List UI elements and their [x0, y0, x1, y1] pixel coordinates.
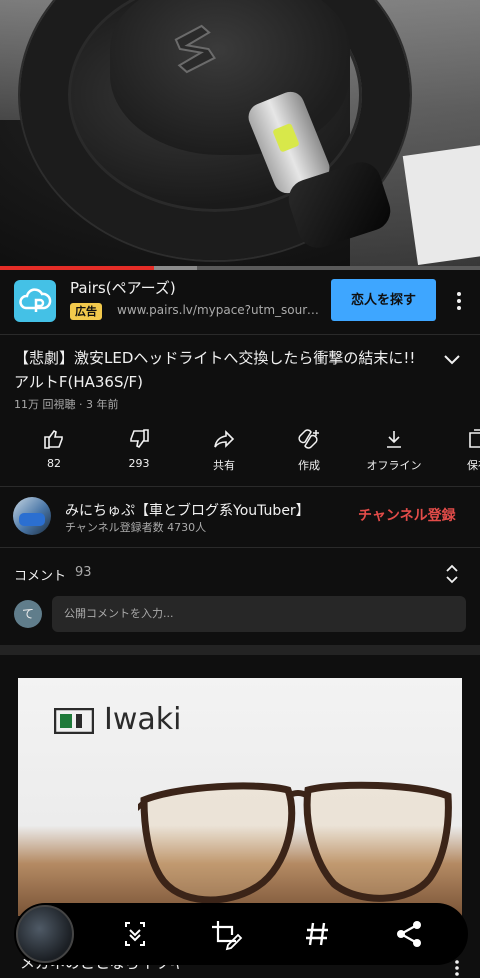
- glasses-image: [138, 781, 452, 904]
- more-vert-icon[interactable]: [450, 288, 468, 314]
- ad-url: www.pairs.lv/mypace?utm_source=...: [117, 303, 322, 317]
- divider: [0, 334, 480, 335]
- thumbs-down-icon: [130, 429, 149, 449]
- comment-input[interactable]: 公開コメントを入力...: [52, 596, 466, 632]
- channel-subscribers: チャンネル登録者数 4730人: [65, 521, 207, 534]
- divider: [0, 486, 480, 487]
- user-avatar: て: [14, 600, 42, 628]
- remix-icon: [298, 429, 319, 449]
- action-row: 82 293 共有 作成 オフライン 保存: [0, 422, 480, 478]
- share-icon: [214, 430, 235, 448]
- crop-edit-icon[interactable]: [206, 915, 244, 953]
- comments-count: 93: [75, 565, 92, 580]
- remix-button[interactable]: 作成: [270, 422, 348, 478]
- share-icon[interactable]: [390, 915, 428, 953]
- dislike-count: 293: [128, 457, 150, 470]
- chevron-down-icon[interactable]: [440, 350, 464, 370]
- save-label: 保存: [467, 459, 480, 472]
- channel-avatar[interactable]: [13, 497, 51, 535]
- save-button[interactable]: 保存: [440, 422, 480, 478]
- promo-thumbnail[interactable]: Iwaki: [18, 678, 462, 916]
- channel-row[interactable]: みにちゅぷ【車とブログ系YouTuber】 チャンネル登録者数 4730人 チャ…: [0, 488, 480, 546]
- dislike-button[interactable]: 293: [100, 422, 178, 478]
- promo-brand: Iwaki: [104, 702, 182, 737]
- video-player[interactable]: [0, 0, 480, 270]
- channel-name[interactable]: みにちゅぷ【車とブログ系YouTuber】: [65, 500, 310, 520]
- subscribe-button[interactable]: チャンネル登録: [358, 505, 456, 525]
- video-title[interactable]: 【悲劇】激安LEDヘッドライトへ交換したら衝撃の結末に!! アルトF(HA36S…: [14, 346, 424, 394]
- ad-cta-button[interactable]: 恋人を探す: [331, 279, 436, 321]
- like-button[interactable]: 82: [15, 422, 93, 478]
- download-label: オフライン: [366, 459, 422, 472]
- hashtag-icon[interactable]: [298, 915, 336, 953]
- remix-label: 作成: [298, 459, 320, 472]
- share-label: 共有: [213, 459, 235, 472]
- download-button[interactable]: オフライン: [355, 422, 433, 478]
- section-divider: [0, 645, 480, 655]
- share-button[interactable]: 共有: [185, 422, 263, 478]
- car-logo-image: [174, 24, 216, 74]
- expand-toggle-icon[interactable]: [442, 562, 462, 586]
- pairs-logo-icon: [14, 280, 56, 322]
- comments-label: コメント: [14, 569, 67, 584]
- like-count: 82: [47, 457, 61, 470]
- save-icon: [469, 429, 480, 448]
- iwaki-logo-icon: [54, 708, 94, 734]
- ad-banner[interactable]: Pairs(ペアーズ) 広告 www.pairs.lv/mypace?utm_s…: [0, 270, 480, 334]
- ad-title: Pairs(ペアーズ): [70, 279, 176, 297]
- comments-section[interactable]: コメント 93 て 公開コメントを入力...: [0, 552, 480, 644]
- ad-badge: 広告: [70, 303, 102, 320]
- video-meta: 11万 回視聴 · 3 年前: [14, 398, 119, 411]
- more-vert-icon[interactable]: [452, 958, 462, 978]
- thumbs-up-icon: [44, 429, 63, 449]
- screenshot-toolbar: [14, 903, 468, 965]
- scroll-capture-icon[interactable]: [116, 915, 154, 953]
- divider: [0, 547, 480, 548]
- download-icon: [387, 431, 401, 448]
- screenshot-preview[interactable]: [16, 905, 74, 963]
